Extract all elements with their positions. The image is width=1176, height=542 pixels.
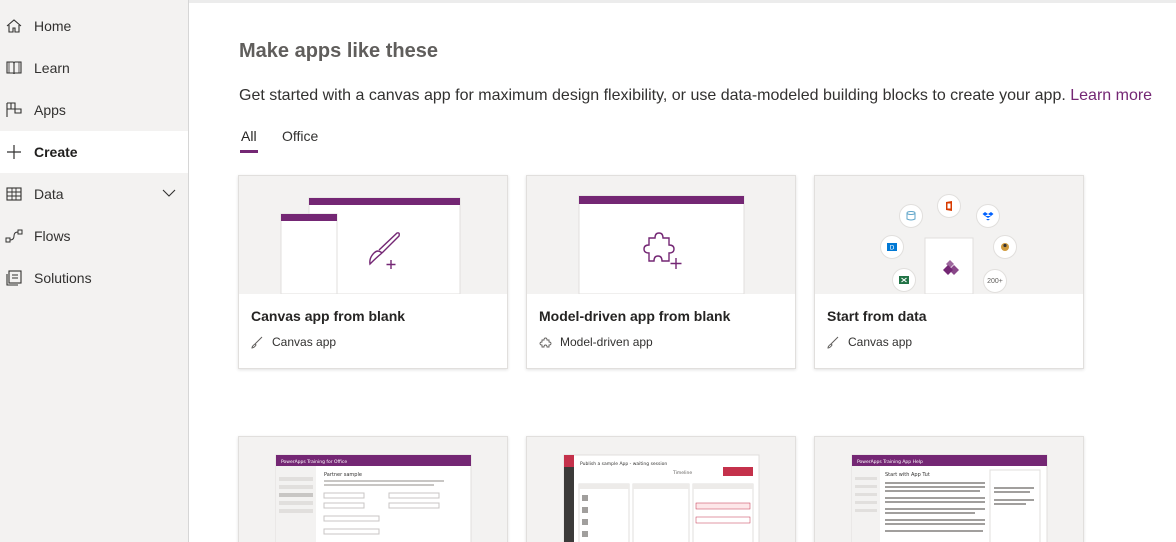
nav-item-learn[interactable]: Learn [0,47,188,89]
nav-label-flows: Flows [34,228,71,244]
canvas-app-thumbnail [239,176,507,294]
page-title: Make apps like these [239,40,438,62]
template-section-title: Partner sample [324,472,362,478]
database-icon [899,204,923,228]
template-screenshot: PowerApps Training for Office Partner sa… [275,454,472,542]
subtitle-text: Get started with a canvas app for maximu… [239,87,1066,104]
template-card-training-office[interactable]: PowerApps Training for Office Partner sa… [238,436,508,542]
card-title: Model-driven app from blank [539,308,731,324]
book-icon [6,61,22,75]
brush-icon [827,336,839,349]
top-divider [189,0,1176,3]
template-screenshot: PowerApps Training App Help Start with A… [851,454,1048,542]
dropbox-icon [976,204,1000,228]
home-icon [6,19,22,33]
page-subtitle: Get started with a canvas app for maximu… [239,87,1152,105]
template-header: Publish a sample App - waiting session [580,461,667,467]
office-icon [937,194,961,218]
tab-office[interactable]: Office [282,128,318,144]
chevron-down-icon[interactable] [162,188,176,198]
template-thumbnail: PowerApps Training App Help Start with A… [815,437,1083,542]
nav-item-flows[interactable]: Flows [0,215,188,257]
solutions-icon [6,270,22,286]
tab-selected-indicator [240,150,258,153]
app-window: Home Learn Apps Create Data Flows Soluti… [0,0,1176,542]
salesforce-icon [993,235,1017,259]
tab-all[interactable]: All [241,128,257,144]
card-type: Canvas app [251,335,336,349]
nav-item-home[interactable]: Home [0,5,188,47]
template-section-title: Start with App Tut [885,472,930,478]
more-connectors-badge: 200+ [983,269,1007,293]
card-title: Start from data [827,308,927,324]
template-screenshot: Publish a sample App - waiting session T… [563,454,760,542]
card-type: Model-driven app [539,335,653,349]
template-header: PowerApps Training for Office [281,459,347,465]
start-from-data-card[interactable]: D 200+ Start from data Canvas app [814,175,1084,369]
model-driven-illustration [578,195,745,294]
nav-label-solutions: Solutions [34,270,92,286]
canvas-app-blank-card[interactable]: Canvas app from blank Canvas app [238,175,508,369]
nav-label-create: Create [34,144,78,160]
template-card-sample-app[interactable]: Publish a sample App - waiting session T… [526,436,796,542]
learn-more-link[interactable]: Learn more [1070,87,1152,104]
left-nav: Home Learn Apps Create Data Flows Soluti… [0,0,189,542]
template-header: PowerApps Training App Help [857,459,923,465]
card-type-label: Canvas app [272,335,337,349]
canvas-app-illustration [280,197,461,294]
start-from-data-thumbnail: D 200+ [815,176,1083,294]
svg-text:D: D [890,245,895,252]
card-title: Canvas app from blank [251,308,406,324]
flow-icon [5,229,23,243]
model-driven-app-blank-card[interactable]: Model-driven app from blank Model-driven… [526,175,796,369]
template-section-title: Timeline [672,470,692,476]
dynamics-icon: D [880,235,904,259]
table-icon [6,187,22,201]
nav-label-data: Data [34,186,64,202]
card-type-label: Canvas app [848,335,913,349]
nav-label-apps: Apps [34,102,66,118]
nav-label-learn: Learn [34,60,70,76]
card-type: Canvas app [827,335,912,349]
nav-item-data[interactable]: Data [0,173,188,215]
plus-icon [7,145,21,159]
template-card-app-help[interactable]: PowerApps Training App Help Start with A… [814,436,1084,542]
excel-icon [892,268,916,292]
model-driven-thumbnail [527,176,795,294]
nav-label-home: Home [34,18,72,34]
nav-item-create[interactable]: Create [0,131,188,173]
puzzle-icon [539,337,552,347]
nav-item-solutions[interactable]: Solutions [0,257,188,299]
brush-icon [251,336,263,349]
template-thumbnail: PowerApps Training for Office Partner sa… [239,437,507,542]
apps-icon [6,102,22,117]
card-type-label: Model-driven app [560,335,653,349]
template-thumbnail: Publish a sample App - waiting session T… [527,437,795,542]
nav-item-apps[interactable]: Apps [0,89,188,131]
